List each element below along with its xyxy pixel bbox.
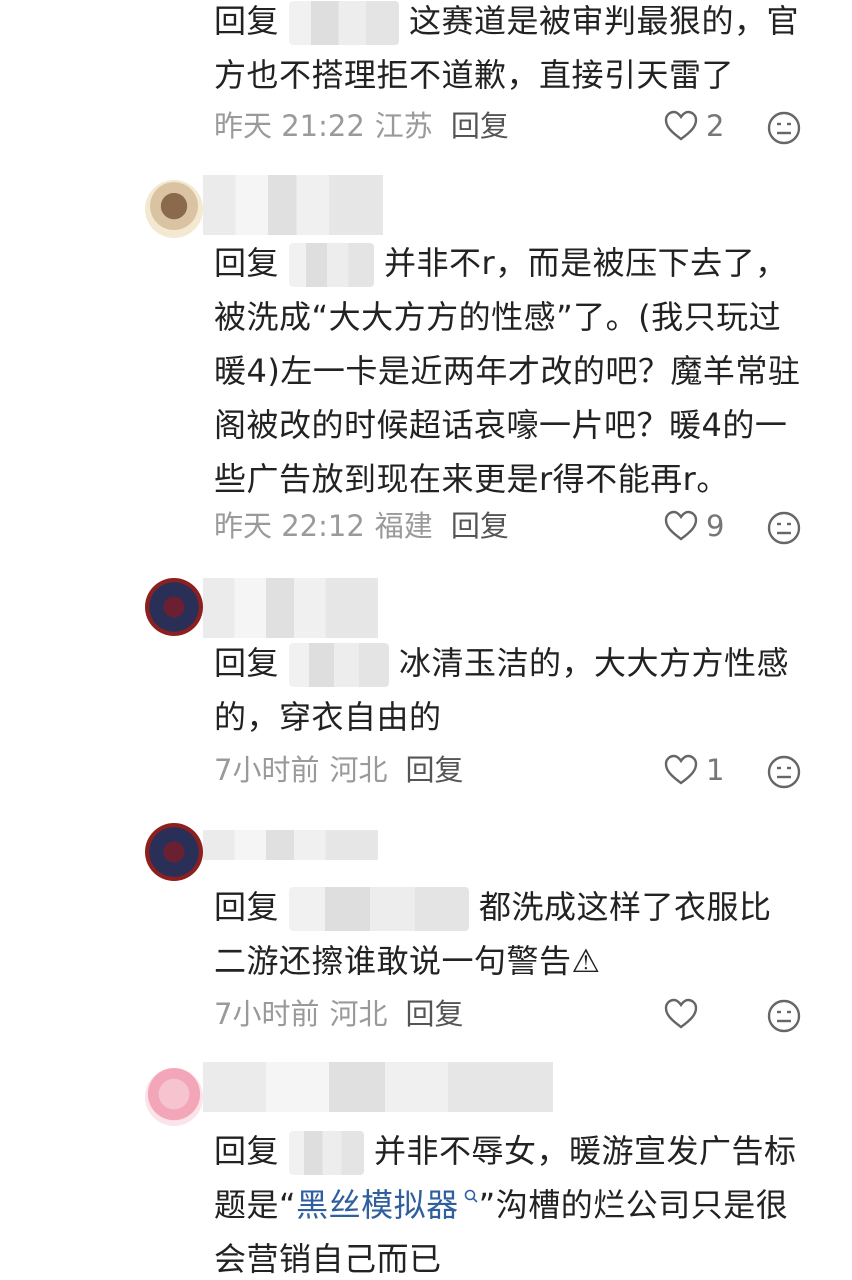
reply-prefix: 回复 — [214, 2, 280, 40]
comment-text-line2: 方也不搭理拒不道歉，直接引天雷了 — [214, 56, 735, 94]
reply-button[interactable]: 回复 — [405, 997, 463, 1031]
comment-location: 河北 — [329, 753, 388, 787]
comment-1-body: 回复 这赛道是被审判最狠的，官 方也不搭理拒不道歉，直接引天雷了 — [214, 0, 814, 102]
comment-time: 昨天 21:22 — [214, 109, 365, 143]
blurred-username — [289, 243, 375, 287]
comment-location: 河北 — [329, 997, 388, 1031]
heart-icon — [664, 110, 698, 141]
reply-button[interactable]: 回复 — [405, 753, 463, 787]
like-count: 1 — [706, 753, 725, 787]
dislike-face-icon[interactable] — [766, 754, 802, 790]
like-count: 9 — [706, 509, 725, 543]
avatar[interactable] — [145, 823, 203, 881]
avatar[interactable] — [145, 1068, 203, 1126]
comment-3-body: 回复 冰清玉洁的，大大方方性感的，穿衣自由的 — [214, 636, 804, 744]
blurred-username — [203, 175, 383, 235]
reply-button[interactable]: 回复 — [451, 109, 509, 143]
avatar[interactable] — [145, 578, 203, 636]
heart-icon — [664, 998, 698, 1029]
comment-2-body: 回复 并非不r，而是被压下去了，被洗成“大大方方的性感”了。(我只玩过暖4)左一卡… — [214, 236, 804, 506]
blurred-username — [203, 1062, 553, 1112]
comment-time: 7小时前 — [214, 997, 320, 1031]
avatar[interactable] — [145, 180, 203, 238]
like-count: 2 — [706, 109, 725, 143]
heart-icon — [664, 754, 698, 785]
reply-prefix: 回复 — [214, 644, 280, 682]
blurred-username — [289, 887, 470, 931]
comment-text-line1: 这赛道是被审判最狠的，官 — [409, 2, 800, 40]
blurred-username — [289, 1, 400, 45]
comment-location: 江苏 — [374, 109, 433, 143]
blurred-username — [203, 578, 378, 638]
keyword-text: 黑丝模拟器 — [296, 1186, 459, 1224]
dislike-face-icon[interactable] — [766, 510, 802, 546]
comment-location: 福建 — [374, 509, 433, 543]
comment-5-body: 回复 并非不辱女，暖游宣发广告标题是“黑丝模拟器 ”沟槽的烂公司只是很会营销自己而已 — [214, 1124, 814, 1280]
blurred-username — [203, 830, 378, 860]
reply-button[interactable]: 回复 — [451, 509, 509, 543]
like-button[interactable]: 1 — [664, 750, 764, 790]
search-icon — [464, 1190, 478, 1203]
blurred-username — [289, 1131, 365, 1175]
like-button[interactable] — [664, 994, 764, 1034]
dislike-face-icon[interactable] — [766, 110, 802, 146]
reply-prefix: 回复 — [214, 244, 280, 282]
comment-time: 昨天 22:12 — [214, 509, 365, 543]
reply-prefix: 回复 — [214, 1132, 280, 1170]
heart-icon — [664, 510, 698, 541]
comment-4-body: 回复 都洗成这样了衣服比二游还擦谁敢说一句警告⚠ — [214, 880, 804, 988]
search-keyword-link[interactable]: 黑丝模拟器 — [296, 1186, 479, 1224]
reply-prefix: 回复 — [214, 888, 280, 926]
comment-time: 7小时前 — [214, 753, 320, 787]
like-button[interactable]: 2 — [664, 106, 764, 146]
blurred-username — [289, 643, 390, 687]
dislike-face-icon[interactable] — [766, 998, 802, 1034]
like-button[interactable]: 9 — [664, 506, 764, 546]
